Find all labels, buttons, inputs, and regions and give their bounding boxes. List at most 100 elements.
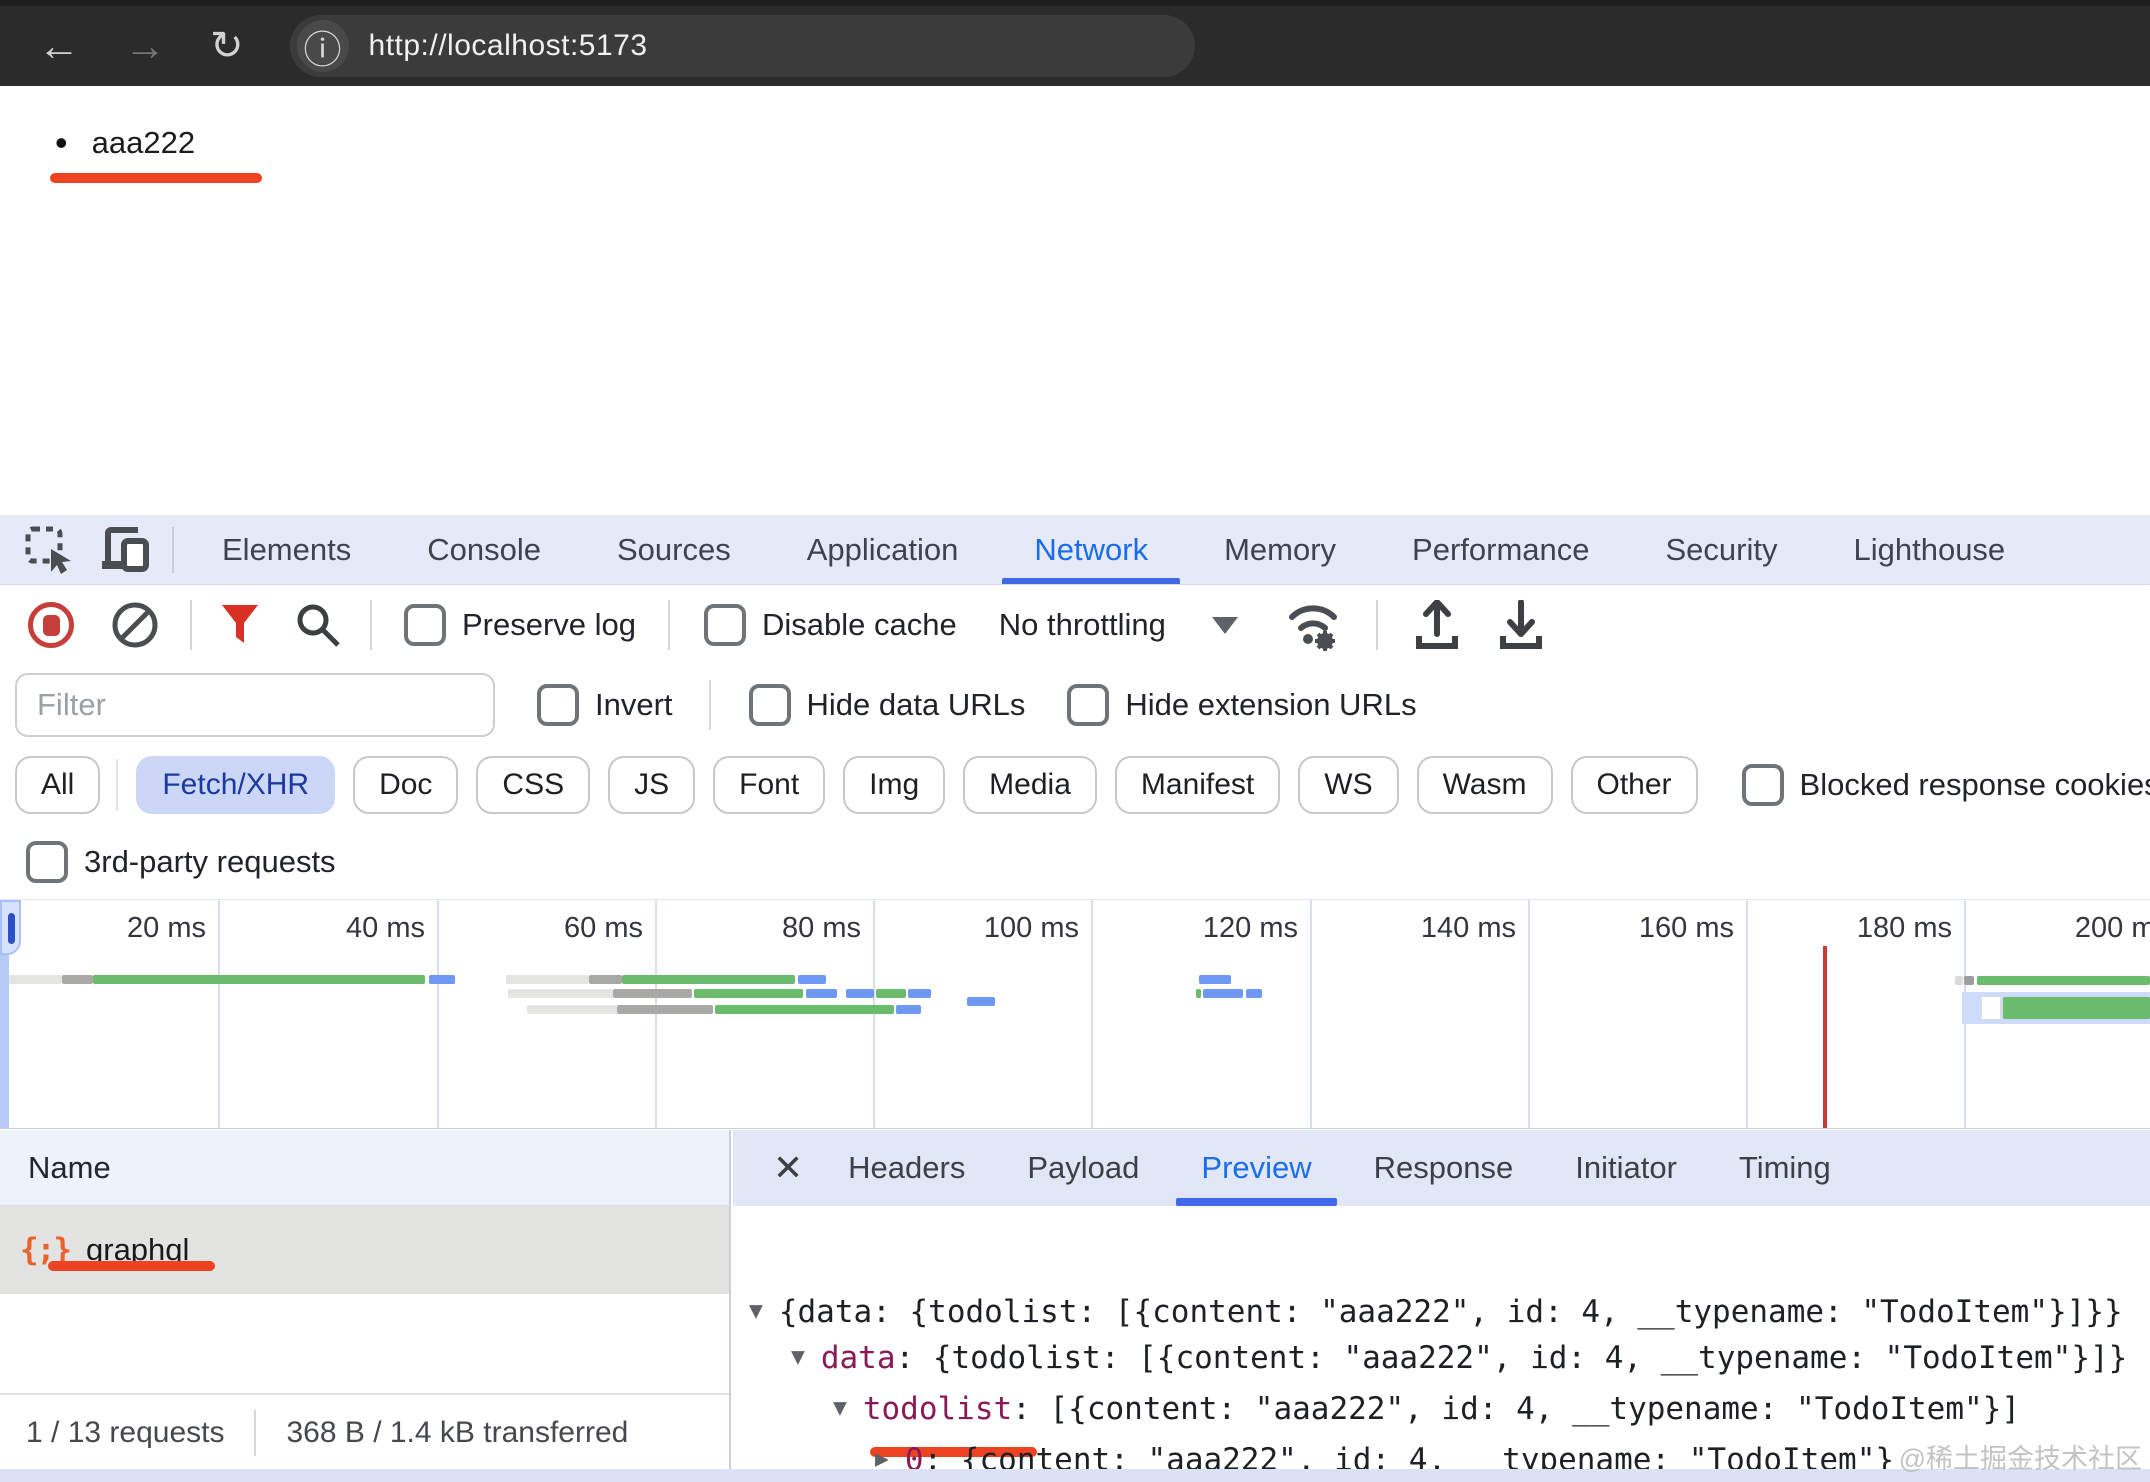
- chip-font[interactable]: Font: [713, 756, 825, 814]
- json-tree-row[interactable]: ▶0: {content: "aaa222", id: 4, __typenam…: [875, 1442, 1894, 1470]
- tab-memory[interactable]: Memory: [1186, 515, 1374, 585]
- waterfall-bar: [508, 989, 613, 998]
- tick-label: 200 ms: [2075, 912, 2150, 945]
- waterfall-bar: [93, 975, 425, 984]
- json-tree-row[interactable]: ▼data: {todolist: [{content: "aaa222", i…: [791, 1340, 2127, 1376]
- tab-sources[interactable]: Sources: [579, 515, 769, 585]
- filter-icon[interactable]: [220, 603, 260, 647]
- waterfall-bar: [806, 989, 837, 998]
- chevron-down-icon[interactable]: [1212, 617, 1238, 634]
- tab-lighthouse[interactable]: Lighthouse: [1815, 515, 2043, 585]
- tab-performance[interactable]: Performance: [1374, 515, 1627, 585]
- screenshot-root: ← → ↻ ⓘ http://localhost:5173 • aaa222: [0, 0, 2150, 1482]
- expand-arrow-icon[interactable]: ▼: [833, 1395, 847, 1421]
- chip-media[interactable]: Media: [963, 756, 1097, 814]
- waterfall-bar: [1199, 975, 1231, 984]
- tick-label: 40 ms: [346, 912, 425, 945]
- disable-cache-label: Disable cache: [762, 607, 957, 643]
- hide-extension-urls-checkbox[interactable]: [1067, 684, 1109, 726]
- record-icon[interactable]: [28, 602, 74, 648]
- chip-all[interactable]: All: [15, 756, 100, 814]
- chip-wasm[interactable]: Wasm: [1417, 756, 1553, 814]
- tab-security[interactable]: Security: [1628, 515, 1816, 585]
- annotation-underline: [50, 173, 262, 183]
- json-tree-row[interactable]: ▼{data: {todolist: [{content: "aaa222", …: [749, 1294, 2123, 1330]
- blocked-cookies-checkbox[interactable]: [1742, 764, 1784, 806]
- chip-manifest[interactable]: Manifest: [1115, 756, 1280, 814]
- tab-application[interactable]: Application: [769, 515, 997, 585]
- tab-initiator[interactable]: Initiator: [1544, 1130, 1708, 1206]
- network-overview-timeline[interactable]: 20 ms 40 ms 60 ms 80 ms 100 ms 120 ms 14…: [0, 899, 2150, 1129]
- gridline: [1528, 900, 1530, 1128]
- url-text[interactable]: http://localhost:5173: [369, 29, 648, 63]
- third-party-checkbox[interactable]: [26, 841, 68, 883]
- search-icon[interactable]: [294, 601, 342, 649]
- name-column-header[interactable]: Name: [0, 1130, 729, 1206]
- table-row[interactable]: {;} graphql: [0, 1206, 729, 1294]
- waterfall-bar: [896, 1005, 921, 1014]
- expand-arrow-icon[interactable]: ▼: [749, 1298, 763, 1324]
- tab-timing[interactable]: Timing: [1708, 1130, 1862, 1206]
- waterfall-bar: [617, 1005, 713, 1014]
- reload-icon[interactable]: ↻: [210, 26, 244, 66]
- url-field[interactable]: ⓘ http://localhost:5173: [290, 15, 1195, 77]
- gridline: [873, 900, 875, 1128]
- chip-js[interactable]: JS: [608, 756, 695, 814]
- chip-other[interactable]: Other: [1571, 756, 1698, 814]
- disable-cache-checkbox[interactable]: [704, 604, 746, 646]
- site-info-icon[interactable]: ⓘ: [297, 20, 349, 72]
- hide-data-urls-label: Hide data URLs: [807, 687, 1026, 723]
- waterfall-bar: [622, 975, 795, 984]
- divider: [116, 759, 118, 811]
- throttling-select[interactable]: No throttling: [999, 607, 1166, 643]
- waterfall-bar: [846, 989, 874, 998]
- divider: [254, 1410, 256, 1456]
- back-icon[interactable]: ←: [38, 25, 80, 67]
- tab-payload[interactable]: Payload: [996, 1130, 1170, 1206]
- bottom-strip: [0, 1469, 2150, 1482]
- chip-img[interactable]: Img: [843, 756, 945, 814]
- tab-preview[interactable]: Preview: [1170, 1130, 1342, 1206]
- browser-toolbar: ← → ↻ ⓘ http://localhost:5173: [0, 0, 2150, 86]
- watermark-text: @稀土掘金技术社区: [1899, 1437, 2142, 1476]
- request-details-panel: ✕ Headers Payload Preview Response Initi…: [733, 1130, 2150, 1470]
- json-value: : {content: "aaa222", id: 4, __typename:…: [924, 1442, 1895, 1470]
- filter-input[interactable]: [15, 673, 495, 737]
- inspect-icon[interactable]: [24, 525, 74, 575]
- requests-panel: Name {;} graphql 1 / 13 requests 368 B /…: [0, 1130, 731, 1470]
- tab-console[interactable]: Console: [389, 515, 579, 585]
- waterfall-bar: [967, 997, 995, 1006]
- third-party-row: 3rd-party requests: [0, 826, 2150, 898]
- chip-ws[interactable]: WS: [1298, 756, 1398, 814]
- hide-data-urls-checkbox[interactable]: [749, 684, 791, 726]
- device-toolbar-icon[interactable]: [98, 525, 152, 575]
- tick-label: 160 ms: [1639, 912, 1734, 945]
- overview-drag-handle[interactable]: [0, 900, 21, 955]
- import-har-icon[interactable]: [1414, 600, 1460, 650]
- collapse-arrow-icon[interactable]: ▶: [875, 1446, 889, 1470]
- tab-network[interactable]: Network: [996, 515, 1186, 585]
- devtools-tab-bar: Elements Console Sources Application Net…: [0, 515, 2150, 585]
- waterfall-bar: [908, 989, 931, 998]
- tab-elements[interactable]: Elements: [184, 515, 389, 585]
- clear-icon[interactable]: [110, 600, 160, 650]
- tab-response[interactable]: Response: [1343, 1130, 1545, 1206]
- chip-css[interactable]: CSS: [476, 756, 590, 814]
- tab-headers[interactable]: Headers: [817, 1130, 996, 1206]
- transferred-size: 368 B / 1.4 kB transferred: [286, 1416, 628, 1450]
- close-icon[interactable]: ✕: [773, 1147, 803, 1189]
- network-conditions-icon[interactable]: [1284, 599, 1342, 651]
- network-status-bar: 1 / 13 requests 368 B / 1.4 kB transferr…: [0, 1393, 731, 1470]
- json-tree-row[interactable]: ▼todolist: [{content: "aaa222", id: 4, _…: [833, 1391, 2020, 1427]
- invert-checkbox[interactable]: [537, 684, 579, 726]
- tick-label: 120 ms: [1203, 912, 1298, 945]
- chip-fetch-xhr[interactable]: Fetch/XHR: [136, 756, 335, 814]
- chip-doc[interactable]: Doc: [353, 756, 458, 814]
- invert-label: Invert: [595, 687, 673, 723]
- preserve-log-checkbox[interactable]: [404, 604, 446, 646]
- export-har-icon[interactable]: [1498, 600, 1544, 650]
- preserve-log-label: Preserve log: [462, 607, 636, 643]
- gridline: [1091, 900, 1093, 1128]
- forward-icon[interactable]: →: [124, 25, 166, 67]
- expand-arrow-icon[interactable]: ▼: [791, 1344, 805, 1370]
